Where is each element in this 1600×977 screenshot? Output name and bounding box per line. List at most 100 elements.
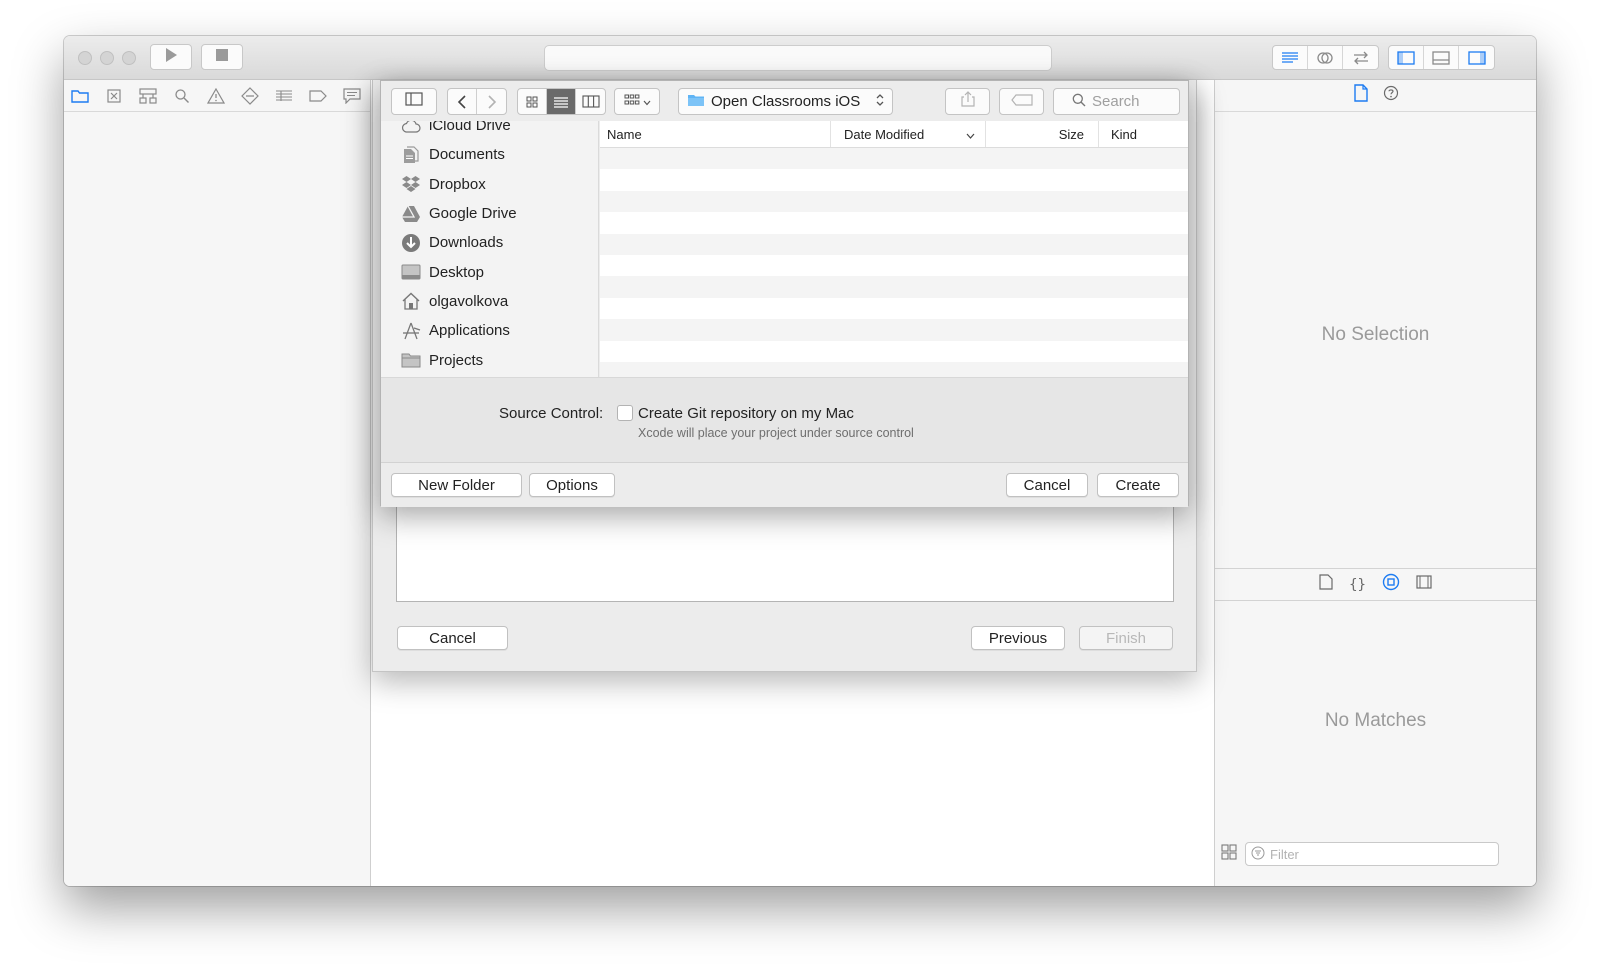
assistant-editor-icon[interactable] (1308, 46, 1343, 69)
git-repository-checkbox[interactable] (617, 405, 633, 421)
save-panel-toolbar: Open Classrooms iOS Search (381, 81, 1188, 121)
location-popup[interactable]: Open Classrooms iOS (678, 88, 893, 115)
debug-icon[interactable] (274, 86, 294, 106)
navigator-tab-bar (64, 80, 370, 112)
git-repository-label[interactable]: Create Git repository on my Mac (638, 405, 854, 422)
search-field[interactable]: Search (1053, 88, 1180, 115)
create-button[interactable]: Create (1097, 473, 1179, 497)
list-row (600, 255, 1188, 276)
column-kind-label: Kind (1111, 126, 1138, 142)
sidebar-item-icloud-drive[interactable]: iCloud Drive (381, 121, 598, 140)
media-library-icon[interactable] (1416, 575, 1432, 594)
view-toggle-control (1388, 45, 1495, 70)
library-filter-bar: Filter (1215, 839, 1536, 869)
sidebar-item-dropbox[interactable]: Dropbox (381, 170, 598, 199)
icon-view-icon[interactable] (518, 89, 547, 114)
sidebar-item-downloads[interactable]: Downloads (381, 228, 598, 257)
column-header-date-modified[interactable]: Date Modified (831, 121, 986, 147)
sidebar-item-applications[interactable]: Applications (381, 316, 598, 345)
standard-editor-icon[interactable] (1273, 46, 1308, 69)
folder-icon (687, 93, 705, 111)
sidebar-item-projects[interactable]: Projects (381, 345, 598, 374)
arrange-button[interactable] (614, 88, 660, 115)
popup-chevron-icon (876, 93, 884, 111)
run-button[interactable] (150, 44, 192, 70)
file-list-header: Name Date Modified Size Kind (600, 121, 1188, 148)
inspector-pane: No Selection {} No Matches Filter (1214, 80, 1536, 886)
arrange-icon (624, 93, 640, 111)
zoom-window-button[interactable] (122, 51, 136, 65)
test-icon[interactable] (240, 86, 260, 106)
folder-icon (401, 350, 421, 370)
list-row (600, 319, 1188, 341)
activity-viewer (544, 45, 1052, 71)
share-button (945, 88, 990, 115)
list-row (600, 298, 1188, 319)
sidebar-item-label: Dropbox (429, 175, 486, 193)
symbol-navigator-icon[interactable] (138, 86, 158, 106)
tag-icon (1010, 93, 1033, 111)
quick-help-icon[interactable] (1383, 85, 1399, 106)
source-control-icon[interactable] (104, 86, 124, 106)
file-inspector-icon[interactable] (1353, 84, 1369, 107)
home-icon (401, 291, 421, 311)
new-folder-button[interactable]: New Folder (391, 473, 522, 497)
code-snippet-icon[interactable]: {} (1349, 577, 1366, 593)
wizard-previous-button[interactable]: Previous (971, 626, 1065, 650)
library-tab-bar: {} (1215, 568, 1536, 601)
utilities-toggle-icon[interactable] (1459, 46, 1494, 69)
play-icon (164, 47, 178, 68)
column-header-size[interactable]: Size (986, 121, 1099, 147)
sidebar-item-google-drive[interactable]: Google Drive (381, 199, 598, 228)
share-icon (960, 91, 975, 112)
breakpoint-icon[interactable] (308, 86, 328, 106)
sidebar-item-documents[interactable]: Documents (381, 140, 598, 169)
version-editor-icon[interactable] (1343, 46, 1378, 69)
close-window-button[interactable] (78, 51, 92, 65)
file-list: Name Date Modified Size Kind (600, 121, 1188, 377)
report-icon[interactable] (342, 86, 362, 106)
minimize-window-button[interactable] (100, 51, 114, 65)
sidebar-item-home[interactable]: olgavolkova (381, 287, 598, 316)
options-button[interactable]: Options (529, 473, 615, 497)
grid-view-icon[interactable] (1221, 843, 1237, 865)
navigator-toggle-icon[interactable] (1389, 46, 1424, 69)
object-library-icon[interactable] (1382, 573, 1400, 596)
sidebar-toggle-icon (405, 92, 423, 111)
dropbox-icon (401, 174, 421, 194)
google-drive-icon (401, 204, 421, 224)
applications-icon (401, 321, 421, 341)
column-header-kind[interactable]: Kind (1099, 121, 1188, 147)
column-view-icon[interactable] (576, 89, 605, 114)
chevron-down-icon (643, 93, 651, 111)
column-name-label: Name (607, 126, 642, 142)
find-icon[interactable] (172, 86, 192, 106)
no-selection-label: No Selection (1321, 324, 1430, 345)
stop-button[interactable] (201, 44, 243, 70)
sidebar-item-desktop[interactable]: Desktop (381, 257, 598, 286)
list-row (600, 276, 1188, 298)
toolbar (64, 36, 1536, 80)
cancel-button[interactable]: Cancel (1006, 473, 1088, 497)
stop-icon (215, 48, 229, 67)
project-navigator-icon[interactable] (70, 86, 90, 106)
column-date-label: Date Modified (844, 126, 925, 142)
back-icon[interactable] (448, 89, 477, 114)
forward-icon[interactable] (477, 89, 506, 114)
no-matches-label: No Matches (1324, 710, 1427, 731)
wizard-cancel-button[interactable]: Cancel (397, 626, 508, 650)
search-icon (1072, 93, 1086, 111)
debug-area-toggle-icon[interactable] (1424, 46, 1459, 69)
file-template-icon[interactable] (1319, 574, 1333, 595)
list-view-icon[interactable] (547, 89, 576, 114)
sidebar-item-label: Applications (429, 322, 510, 340)
issue-icon[interactable] (206, 86, 226, 106)
sidebar-item-label: Projects (429, 351, 484, 369)
save-panel: Open Classrooms iOS Search iCloud Drive … (380, 80, 1189, 507)
location-label: Open Classrooms iOS (711, 93, 861, 110)
library-filter-field[interactable]: Filter (1245, 842, 1499, 866)
sidebar-toggle-button[interactable] (391, 88, 437, 115)
column-header-name[interactable]: Name (600, 121, 831, 147)
search-placeholder: Search (1092, 93, 1140, 110)
list-row (600, 212, 1188, 233)
